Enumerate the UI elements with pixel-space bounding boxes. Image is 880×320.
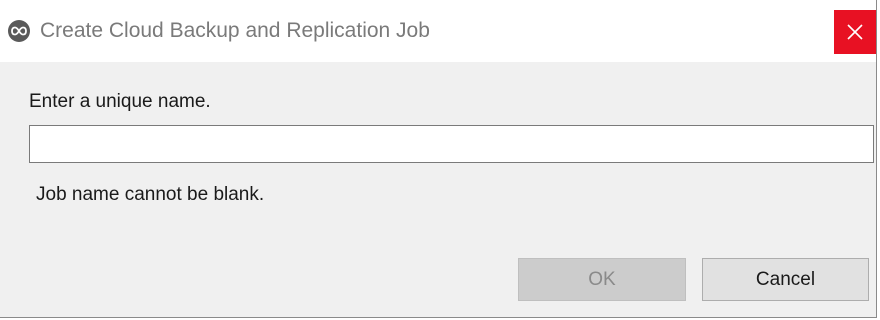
create-job-dialog: Create Cloud Backup and Replication Job … [0, 0, 877, 318]
cancel-button[interactable]: Cancel [702, 258, 869, 301]
close-button[interactable] [834, 10, 876, 54]
window-title: Create Cloud Backup and Replication Job [40, 19, 430, 42]
ok-button[interactable]: OK [518, 258, 686, 301]
title-bar: Create Cloud Backup and Replication Job [0, 0, 876, 62]
infinity-logo-icon [8, 20, 30, 42]
job-name-input[interactable] [29, 125, 874, 163]
validation-message: Job name cannot be blank. [36, 184, 265, 205]
close-icon [847, 24, 863, 40]
name-prompt-label: Enter a unique name. [29, 91, 211, 112]
